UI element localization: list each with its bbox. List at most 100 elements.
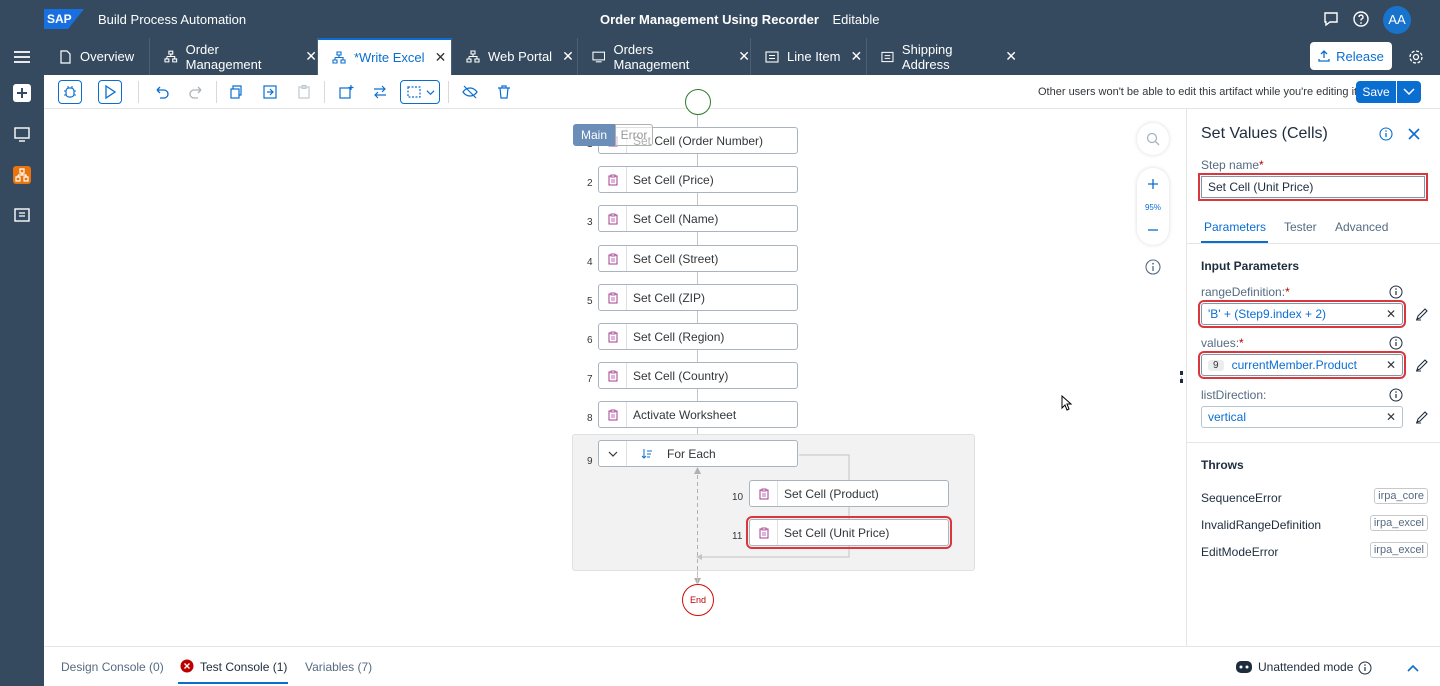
- end-node[interactable]: End: [682, 584, 714, 616]
- divider: [1187, 243, 1440, 244]
- copy-button[interactable]: [224, 80, 248, 104]
- form-icon[interactable]: [11, 204, 33, 226]
- automation-icon: [332, 50, 346, 64]
- flow-step[interactable]: Set Cell (Price): [598, 166, 798, 193]
- panel-title: Set Values (Cells): [1201, 125, 1328, 142]
- tab-line-item[interactable]: Line Item ✕: [751, 38, 867, 75]
- paste-button[interactable]: [292, 80, 316, 104]
- chevron-down-icon: [1403, 88, 1415, 96]
- monitor-icon[interactable]: [11, 123, 33, 145]
- user-avatar[interactable]: AA: [1383, 6, 1411, 34]
- flow-step[interactable]: Set Cell (Region): [598, 323, 798, 350]
- run-button[interactable]: [98, 80, 122, 104]
- duplicate-button[interactable]: [258, 80, 282, 104]
- range-definition-input[interactable]: 'B' + (Step9.index + 2) ✕: [1198, 300, 1406, 328]
- error-flow-tab[interactable]: Error: [615, 124, 653, 146]
- info-icon[interactable]: [1145, 259, 1161, 275]
- tab-shipping-address[interactable]: Shipping Address ✕: [867, 38, 1017, 75]
- process-builder-icon[interactable]: [11, 164, 33, 186]
- info-icon[interactable]: [1379, 127, 1393, 141]
- clear-icon[interactable]: ✕: [1386, 307, 1396, 321]
- flow-step[interactable]: Activate Worksheet: [598, 401, 798, 428]
- throw-tag: irpa_core: [1374, 488, 1428, 504]
- flow-step[interactable]: Set Cell (Country): [598, 362, 798, 389]
- clear-icon[interactable]: ✕: [1386, 410, 1396, 424]
- tab-orders-management[interactable]: Orders Management ✕: [578, 38, 751, 75]
- debug-button[interactable]: [58, 80, 82, 104]
- sort-list-icon: [633, 441, 661, 466]
- duplicate-icon: [263, 85, 277, 99]
- flow-step[interactable]: Set Cell (ZIP): [598, 284, 798, 311]
- values-value: currentMember.Product: [1231, 358, 1357, 372]
- start-node[interactable]: [685, 89, 711, 115]
- divider: [448, 81, 449, 103]
- values-input[interactable]: 9 currentMember.Product ✕: [1198, 351, 1406, 379]
- range-definition-value: 'B' + (Step9.index + 2): [1208, 307, 1326, 321]
- zoom-in-icon[interactable]: [1146, 177, 1160, 191]
- close-icon[interactable]: ✕: [850, 48, 862, 65]
- close-icon[interactable]: ✕: [1005, 48, 1017, 65]
- info-icon[interactable]: [1389, 388, 1403, 402]
- close-icon[interactable]: ✕: [562, 48, 574, 65]
- redo-button[interactable]: [184, 80, 208, 104]
- step-number: 10: [732, 492, 744, 503]
- workflow-canvas[interactable]: 1Set Cell (Order Number)2Set Cell (Price…: [44, 89, 1186, 646]
- info-icon[interactable]: [1358, 661, 1372, 675]
- input-parameters-heading: Input Parameters: [1201, 259, 1300, 273]
- list-direction-input[interactable]: vertical ✕: [1201, 406, 1403, 428]
- tab-write-excel[interactable]: *Write Excel ✕: [318, 38, 452, 75]
- release-button[interactable]: Release: [1310, 42, 1392, 70]
- step-name-label: Step name*: [1201, 158, 1264, 172]
- flow-step[interactable]: Set Cell (Name): [598, 205, 798, 232]
- chevron-up-icon[interactable]: [1406, 661, 1420, 675]
- info-icon[interactable]: [1389, 336, 1403, 350]
- save-dropdown-button[interactable]: [1397, 81, 1421, 103]
- panel-resize-handle[interactable]: [1180, 371, 1183, 383]
- flow-step[interactable]: Set Cell (Street): [598, 245, 798, 272]
- step-name-input[interactable]: Set Cell (Unit Price): [1198, 173, 1428, 201]
- tab-variables[interactable]: Variables (7): [305, 660, 372, 674]
- delete-button[interactable]: [492, 80, 516, 104]
- left-navigation: [0, 38, 44, 686]
- menu-icon[interactable]: [11, 46, 33, 68]
- throw-item: SequenceError: [1201, 491, 1282, 505]
- close-icon[interactable]: ✕: [305, 48, 317, 65]
- expression-editor-icon[interactable]: [1415, 307, 1429, 321]
- add-step-button[interactable]: [334, 80, 358, 104]
- close-icon[interactable]: [1407, 127, 1421, 141]
- tab-tester[interactable]: Tester: [1284, 220, 1317, 234]
- release-label: Release: [1336, 48, 1384, 64]
- close-icon[interactable]: ✕: [435, 49, 447, 66]
- main-flow-tab[interactable]: Main: [573, 124, 615, 146]
- info-icon[interactable]: [1389, 285, 1403, 299]
- canvas-search-button[interactable]: [1137, 123, 1169, 155]
- selection-dropdown[interactable]: [400, 80, 440, 104]
- expression-editor-icon[interactable]: [1415, 358, 1429, 372]
- zoom-out-icon[interactable]: [1146, 223, 1160, 237]
- trash-icon: [498, 85, 510, 99]
- tab-advanced[interactable]: Advanced: [1335, 220, 1388, 234]
- clear-icon[interactable]: ✕: [1386, 358, 1396, 372]
- chevron-down-icon[interactable]: [599, 441, 627, 466]
- settings-gear-icon[interactable]: [1408, 49, 1424, 65]
- tab-web-portal[interactable]: Web Portal ✕: [452, 38, 578, 75]
- add-icon[interactable]: [11, 82, 33, 104]
- hide-button[interactable]: [458, 80, 482, 104]
- undo-button[interactable]: [150, 80, 174, 104]
- help-icon[interactable]: [1352, 10, 1370, 28]
- tab-overview[interactable]: Overview: [44, 38, 150, 75]
- tab-parameters[interactable]: Parameters: [1204, 220, 1266, 234]
- flow-step[interactable]: Set Cell (Unit Price): [746, 516, 952, 549]
- save-button[interactable]: Save: [1356, 81, 1396, 103]
- sap-logo[interactable]: SAP: [44, 9, 84, 29]
- swap-button[interactable]: [368, 80, 392, 104]
- for-each-step[interactable]: For Each: [598, 440, 798, 467]
- tab-test-console[interactable]: Test Console (1): [200, 660, 287, 674]
- feedback-icon[interactable]: [1322, 10, 1340, 28]
- tab-design-console[interactable]: Design Console (0): [61, 660, 164, 674]
- tab-order-management[interactable]: Order Management ✕: [150, 38, 318, 75]
- step-label: Set Cell (Unit Price): [784, 525, 890, 540]
- close-icon[interactable]: ✕: [738, 48, 750, 65]
- flow-step[interactable]: Set Cell (Product): [749, 480, 949, 507]
- expression-editor-icon[interactable]: [1415, 410, 1429, 424]
